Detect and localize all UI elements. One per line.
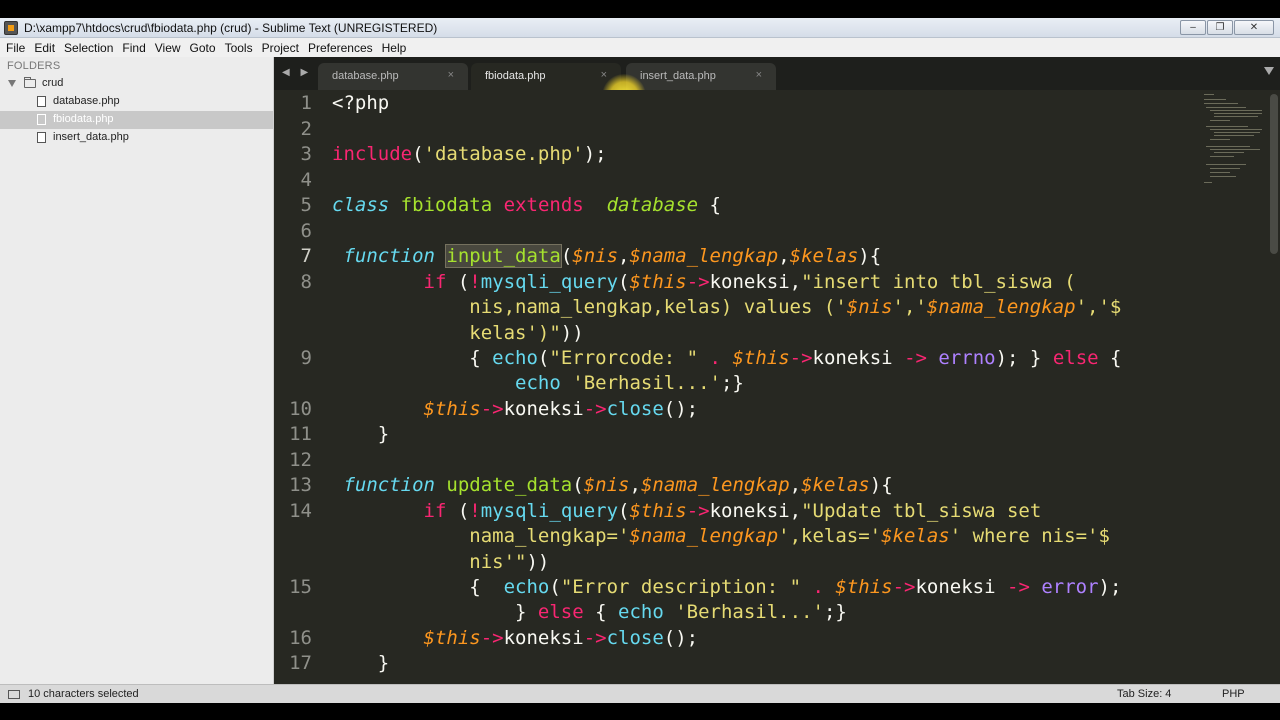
tab-size-selector[interactable]: Tab Size: 4 [1117, 688, 1171, 700]
code-line-17: } [332, 652, 390, 674]
syntax-selector[interactable]: PHP [1222, 688, 1245, 700]
code-line-16: $this->koneksi->close(); [423, 627, 699, 649]
code-line-15: { echo("Error description: " . $this->ko… [332, 576, 1122, 598]
window-title: D:\xampp7\htdocs\crud\fbiodata.php (crud… [24, 21, 438, 35]
menu-file[interactable]: File [2, 41, 29, 55]
line-number: 5 [300, 194, 312, 216]
line-number: 12 [289, 449, 312, 471]
minimap[interactable] [1200, 90, 1266, 210]
folder-label: crud [42, 77, 64, 89]
line-number: 17 [289, 652, 312, 674]
line-number: 9 [300, 347, 312, 369]
code-line-9-wrap: echo 'Berhasil...';} [515, 372, 744, 394]
line-number: 1 [300, 92, 312, 114]
vertical-scrollbar[interactable] [1270, 94, 1278, 254]
code-line-10: $this->koneksi->close(); [423, 398, 699, 420]
menu-tools[interactable]: Tools [221, 41, 257, 55]
tab-close-icon[interactable]: × [756, 69, 762, 81]
expand-arrow-icon[interactable] [8, 80, 16, 87]
file-icon [37, 114, 46, 125]
line-number: 11 [289, 423, 312, 445]
tab-label: insert_data.php [640, 70, 716, 82]
line-number: 15 [289, 576, 312, 598]
code-line-8: if (!mysqli_query($this->koneksi,"insert… [423, 271, 1076, 293]
tab-navigation-arrows[interactable]: ◀ ▶ [282, 67, 312, 78]
file-icon [37, 132, 46, 143]
file-icon [37, 96, 46, 107]
code-line-13: function update_data($nis,$nama_lengkap,… [343, 474, 893, 496]
line-number: 10 [289, 398, 312, 420]
line-number: 2 [300, 118, 312, 140]
code-line-8-wrap-1: nis,nama_lengkap,kelas) values ('$nis','… [332, 296, 1122, 318]
sidebar-file-fbiodata[interactable]: fbiodata.php [0, 111, 273, 129]
menu-help[interactable]: Help [378, 41, 411, 55]
window-titlebar: D:\xampp7\htdocs\crud\fbiodata.php (crud… [0, 18, 1280, 38]
selection-status: 10 characters selected [28, 688, 139, 700]
sublime-text-icon [4, 21, 18, 35]
code-line-14-wrap-2: nis'")) [332, 551, 550, 573]
folders-header: FOLDERS [7, 60, 61, 72]
minimize-icon: ‒ [1190, 22, 1196, 33]
minimize-button[interactable]: ‒ [1180, 20, 1206, 35]
code-line-3: include('database.php'); [332, 143, 607, 165]
panel-toggle-icon[interactable] [8, 690, 20, 699]
line-number: 14 [289, 500, 312, 522]
menu-find[interactable]: Find [118, 41, 149, 55]
tab-insert-data[interactable]: insert_data.php × [626, 63, 776, 90]
line-number: 3 [300, 143, 312, 165]
menu-goto[interactable]: Goto [186, 41, 220, 55]
line-number: 4 [300, 169, 312, 191]
line-number: 6 [300, 220, 312, 242]
tab-label: database.php [332, 70, 399, 82]
sidebar-file-insert-data[interactable]: insert_data.php [0, 129, 273, 147]
code-line-5: class fbiodata extends database { [332, 194, 721, 216]
folder-icon [24, 77, 36, 88]
file-label: database.php [53, 95, 120, 107]
tab-close-icon[interactable]: × [601, 69, 607, 81]
tab-close-icon[interactable]: × [448, 69, 454, 81]
code-line-11: } [332, 423, 390, 445]
line-number: 13 [289, 474, 312, 496]
code-line-14: if (!mysqli_query($this->koneksi,"Update… [423, 500, 1042, 522]
maximize-icon: ❐ [1215, 22, 1225, 33]
code-line-14-wrap-1: nama_lengkap='$nama_lengkap',kelas='$kel… [332, 525, 1110, 547]
maximize-button[interactable]: ❐ [1207, 20, 1233, 35]
menu-preferences[interactable]: Preferences [304, 41, 377, 55]
window-controls: ‒ ❐ ✕ [1179, 20, 1274, 35]
sidebar-file-database[interactable]: database.php [0, 93, 273, 111]
tab-fbiodata[interactable]: fbiodata.php × [471, 63, 621, 90]
file-label: insert_data.php [53, 131, 129, 143]
close-button[interactable]: ✕ [1234, 20, 1274, 35]
code-line-1: <?php [332, 92, 390, 114]
menu-project[interactable]: Project [258, 41, 303, 55]
tab-database[interactable]: database.php × [318, 63, 468, 90]
code-line-9: { echo("Errorcode: " . $this->koneksi ->… [332, 347, 1122, 369]
menu-edit[interactable]: Edit [30, 41, 59, 55]
tab-label: fbiodata.php [485, 70, 546, 82]
folder-crud[interactable]: crud [0, 75, 273, 93]
code-line-15-wrap: } else { echo 'Berhasil...';} [332, 601, 847, 623]
tab-list-dropdown-icon[interactable] [1264, 67, 1274, 75]
line-number: 16 [289, 627, 312, 649]
code-line-8-wrap-2: kelas')")) [332, 322, 584, 344]
tab-bar: ◀ ▶ database.php × insert_data.php × fbi… [274, 57, 1280, 90]
line-number-current: 7 [300, 245, 312, 267]
menu-bar: File Edit Selection Find View Goto Tools… [0, 38, 1280, 57]
file-label: fbiodata.php [53, 113, 114, 125]
sidebar: FOLDERS crud database.php fbiodata.php i… [0, 57, 274, 684]
close-icon: ✕ [1249, 22, 1259, 33]
menu-view[interactable]: View [151, 41, 185, 55]
code-editor[interactable]: 1 2 3 4 5 6 7 8 9 10 11 12 13 14 15 16 1… [274, 90, 1280, 684]
menu-selection[interactable]: Selection [60, 41, 117, 55]
status-bar: 10 characters selected Tab Size: 4 PHP [0, 684, 1280, 703]
code-line-7: function input_data($nis,$nama_lengkap,$… [343, 244, 882, 268]
line-number: 8 [300, 271, 312, 293]
